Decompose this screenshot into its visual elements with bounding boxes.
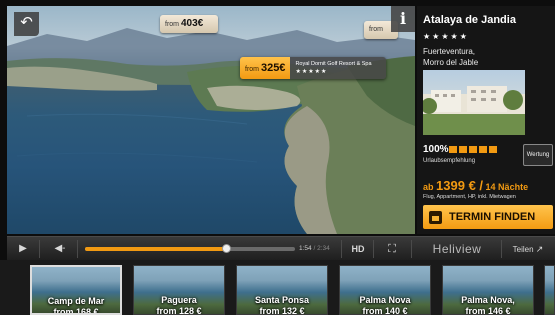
time-current: 1:54: [299, 245, 312, 252]
price-duration: 14 Nächte: [485, 182, 529, 192]
divider: [411, 240, 412, 258]
destination-thumb[interactable]: Santa Ponsa from 132 €: [236, 265, 328, 315]
share-label: Teilen: [512, 245, 534, 254]
destination-thumb[interactable]: Paguera from 128 €: [133, 265, 225, 315]
destination-price: from 132 €: [259, 306, 305, 315]
destination-name: Paguera: [161, 295, 197, 305]
destination-thumb[interactable]: Camp de Mar from 168 €: [30, 265, 122, 315]
rating-bars: [449, 146, 497, 153]
featured-hotel-price: from 325€: [240, 57, 291, 79]
rating-button[interactable]: Wertung: [523, 144, 553, 166]
destination-price: from 140 €: [362, 306, 408, 315]
volume-icon[interactable]: ◀‑: [45, 237, 75, 261]
play-icon[interactable]: ▶: [7, 237, 39, 261]
rating-bar: [449, 146, 457, 153]
rating-bar: [479, 146, 487, 153]
rating-percent: 100%: [423, 144, 449, 155]
destination-strip: Camp de Mar from 168 € Paguera from 128 …: [0, 260, 555, 315]
aerial-scene: [7, 28, 415, 234]
progress-handle[interactable]: [221, 244, 231, 253]
hotel-location: Fuerteventura, Morro del Jable: [423, 46, 533, 68]
time-total: 2:34: [317, 245, 330, 252]
location-region: Fuerteventura,: [423, 47, 476, 56]
info-icon[interactable]: i: [391, 6, 415, 32]
destination-name: Palma Nova: [359, 295, 411, 305]
price-prefix: ab: [423, 182, 434, 192]
package-price: ab 1399 € / 14 Nächte: [423, 178, 528, 193]
share-icon: ↗: [535, 244, 544, 254]
destination-thumb[interactable]: Palma Nova, from 146 €: [442, 265, 534, 315]
heliview-app: ↶ from 403€ from from 325€ Royal Dornit …: [0, 0, 555, 315]
time-separator: /: [313, 245, 316, 252]
price-value: 403€: [180, 18, 204, 29]
aerial-video[interactable]: ↶ from 403€ from from 325€ Royal Dornit …: [7, 6, 415, 234]
destination-price: from 146 €: [465, 306, 511, 315]
featured-hotel-marker[interactable]: from 325€ Royal Dornit Golf Resort & Spa…: [240, 57, 387, 79]
rating-bar: [489, 146, 497, 153]
featured-hotel-info: Royal Dornit Golf Resort & Spa ★★★★★: [290, 57, 387, 79]
featured-hotel-stars: ★★★★★: [295, 69, 328, 75]
hotel-detail-panel: Atalaya de Jandia ★★★★★ Fuerteventura, M…: [417, 6, 555, 234]
find-date-button[interactable]: TERMIN FINDEN: [423, 205, 553, 229]
brand-logo: Heliview: [432, 242, 482, 256]
destination-thumb[interactable]: [544, 265, 555, 315]
destination-name: Palma Nova,: [461, 295, 515, 305]
price-amount: 1399 € /: [436, 178, 484, 193]
hd-button[interactable]: HD: [345, 237, 371, 261]
destination-price: from 128 €: [156, 306, 202, 315]
player-controls: ▶ ◀‑ 1:54 / 2:34 HD ⛶ Heliview Teilen ↗: [7, 236, 555, 260]
playback-time: 1:54 / 2:34: [299, 237, 330, 261]
hotel-name: Atalaya de Jandia: [423, 14, 516, 26]
divider: [341, 240, 342, 258]
price-value: 325€: [260, 62, 286, 74]
price-prefix: from: [165, 21, 179, 28]
progress-bar[interactable]: [85, 244, 295, 253]
featured-hotel-name: Royal Dornit Golf Resort & Spa: [295, 61, 372, 67]
destination-price: from 168 €: [53, 307, 99, 315]
divider: [77, 240, 78, 258]
price-prefix: from: [369, 26, 383, 33]
package-details: Flug, Appartment, HP, inkl. Mietwagen: [423, 194, 516, 200]
price-marker[interactable]: from 403€: [160, 15, 218, 33]
hotel-photo[interactable]: [423, 70, 525, 135]
divider: [501, 240, 502, 258]
divider: [373, 240, 374, 258]
rating-bar: [459, 146, 467, 153]
rating-bar: [469, 146, 477, 153]
share-button[interactable]: Teilen ↗: [503, 237, 553, 261]
progress-fill: [85, 247, 226, 251]
price-prefix: from: [245, 66, 259, 73]
hotel-stars: ★★★★★: [423, 32, 469, 41]
destination-name: Santa Ponsa: [254, 295, 310, 305]
divider: [39, 240, 40, 258]
recommendation-label: Urlaubsempfehlung: [423, 158, 476, 164]
destination-thumb[interactable]: Palma Nova from 140 €: [339, 265, 431, 315]
destination-name: Camp de Mar: [47, 296, 105, 306]
fullscreen-icon[interactable]: ⛶: [377, 237, 407, 261]
hotel-photo-art: [423, 86, 525, 135]
back-arrow-icon[interactable]: ↶: [14, 12, 39, 36]
find-date-label: TERMIN FINDEN: [449, 211, 536, 223]
location-town: Morro del Jable: [423, 58, 479, 67]
calendar-icon: [429, 210, 442, 224]
